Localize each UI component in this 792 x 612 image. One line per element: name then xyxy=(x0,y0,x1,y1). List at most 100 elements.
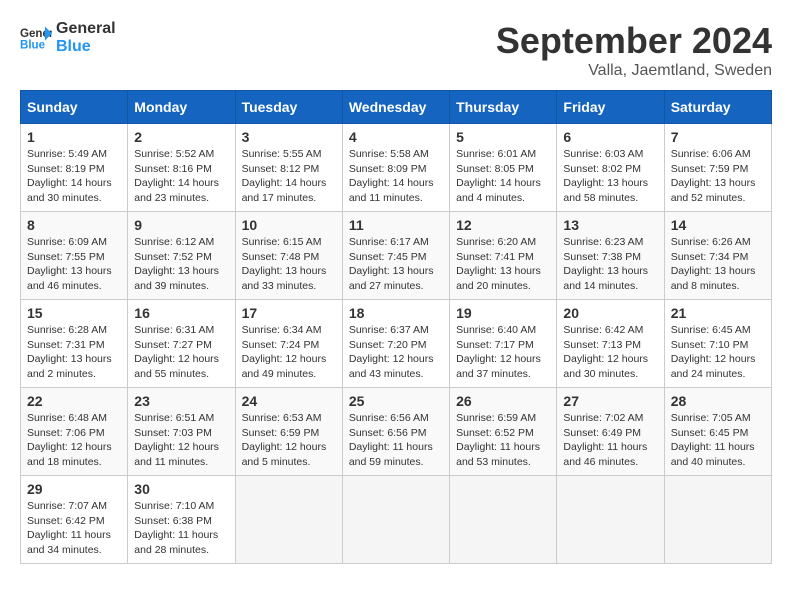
day-info: Sunrise: 7:02 AM Sunset: 6:49 PM Dayligh… xyxy=(563,411,657,470)
day-number: 11 xyxy=(349,217,443,233)
location: Valla, Jaemtland, Sweden xyxy=(496,62,772,80)
day-info: Sunrise: 6:28 AM Sunset: 7:31 PM Dayligh… xyxy=(27,323,121,382)
day-cell: 4 Sunrise: 5:58 AM Sunset: 8:09 PM Daylig… xyxy=(342,124,449,212)
day-info: Sunrise: 6:26 AM Sunset: 7:34 PM Dayligh… xyxy=(671,235,765,294)
day-cell: 19Sunrise: 6:40 AM Sunset: 7:17 PM Dayli… xyxy=(450,300,557,388)
col-header-friday: Friday xyxy=(557,91,664,124)
day-number: 16 xyxy=(134,305,228,321)
day-info: Sunrise: 6:06 AM Sunset: 7:59 PM Dayligh… xyxy=(671,147,765,206)
day-info: Sunrise: 6:09 AM Sunset: 7:55 PM Dayligh… xyxy=(27,235,121,294)
day-info: Sunrise: 6:31 AM Sunset: 7:27 PM Dayligh… xyxy=(134,323,228,382)
day-cell xyxy=(235,476,342,564)
col-header-saturday: Saturday xyxy=(664,91,771,124)
day-cell: 6Sunrise: 6:03 AM Sunset: 8:02 PM Daylig… xyxy=(557,124,664,212)
day-info: Sunrise: 6:42 AM Sunset: 7:13 PM Dayligh… xyxy=(563,323,657,382)
logo-general: General xyxy=(56,20,116,38)
calendar-table: SundayMondayTuesdayWednesdayThursdayFrid… xyxy=(20,90,772,564)
day-cell: 16 Sunrise: 6:31 AM Sunset: 7:27 PM Dayli… xyxy=(128,300,235,388)
day-cell: 21Sunrise: 6:45 AM Sunset: 7:10 PM Dayli… xyxy=(664,300,771,388)
day-info: Sunrise: 6:37 AM Sunset: 7:20 PM Dayligh… xyxy=(349,323,443,382)
day-info: Sunrise: 6:51 AM Sunset: 7:03 PM Dayligh… xyxy=(134,411,228,470)
day-number: 23 xyxy=(134,393,228,409)
week-row-2: 8Sunrise: 6:09 AM Sunset: 7:55 PM Daylig… xyxy=(21,212,772,300)
page-header: General Blue General Blue September 2024… xyxy=(20,20,772,80)
week-row-1: 1Sunrise: 5:49 AM Sunset: 8:19 PM Daylig… xyxy=(21,124,772,212)
day-number: 1 xyxy=(27,129,121,145)
day-cell: 13Sunrise: 6:23 AM Sunset: 7:38 PM Dayli… xyxy=(557,212,664,300)
day-cell: 9 Sunrise: 6:12 AM Sunset: 7:52 PM Daylig… xyxy=(128,212,235,300)
day-cell: 8Sunrise: 6:09 AM Sunset: 7:55 PM Daylig… xyxy=(21,212,128,300)
month-title: September 2024 xyxy=(496,20,772,62)
day-number: 22 xyxy=(27,393,121,409)
day-cell xyxy=(342,476,449,564)
day-cell: 28 Sunrise: 7:05 AM Sunset: 6:45 PM Dayli… xyxy=(664,388,771,476)
day-cell: 15 Sunrise: 6:28 AM Sunset: 7:31 PM Dayli… xyxy=(21,300,128,388)
day-info: Sunrise: 5:55 AM Sunset: 8:12 PM Dayligh… xyxy=(242,147,336,206)
day-number: 19 xyxy=(456,305,550,321)
day-cell: 2 Sunrise: 5:52 AM Sunset: 8:16 PM Daylig… xyxy=(128,124,235,212)
day-cell: 18 Sunrise: 6:37 AM Sunset: 7:20 PM Dayli… xyxy=(342,300,449,388)
day-info: Sunrise: 5:52 AM Sunset: 8:16 PM Dayligh… xyxy=(134,147,228,206)
day-cell: 7Sunrise: 6:06 AM Sunset: 7:59 PM Daylig… xyxy=(664,124,771,212)
day-number: 30 xyxy=(134,481,228,497)
col-header-monday: Monday xyxy=(128,91,235,124)
logo-icon: General Blue xyxy=(20,24,52,52)
day-number: 3 xyxy=(242,129,336,145)
col-header-tuesday: Tuesday xyxy=(235,91,342,124)
day-info: Sunrise: 7:07 AM Sunset: 6:42 PM Dayligh… xyxy=(27,499,121,558)
day-cell: 26 Sunrise: 6:59 AM Sunset: 6:52 PM Dayli… xyxy=(450,388,557,476)
day-number: 6 xyxy=(563,129,657,145)
day-cell: 10 Sunrise: 6:15 AM Sunset: 7:48 PM Dayli… xyxy=(235,212,342,300)
day-number: 17 xyxy=(242,305,336,321)
day-info: Sunrise: 6:17 AM Sunset: 7:45 PM Dayligh… xyxy=(349,235,443,294)
day-number: 10 xyxy=(242,217,336,233)
day-number: 20 xyxy=(563,305,657,321)
day-cell xyxy=(664,476,771,564)
col-header-wednesday: Wednesday xyxy=(342,91,449,124)
day-number: 24 xyxy=(242,393,336,409)
day-number: 21 xyxy=(671,305,765,321)
day-info: Sunrise: 6:48 AM Sunset: 7:06 PM Dayligh… xyxy=(27,411,121,470)
day-cell: 24 Sunrise: 6:53 AM Sunset: 6:59 PM Dayli… xyxy=(235,388,342,476)
day-number: 25 xyxy=(349,393,443,409)
day-cell: 5 Sunrise: 6:01 AM Sunset: 8:05 PM Daylig… xyxy=(450,124,557,212)
title-block: September 2024 Valla, Jaemtland, Sweden xyxy=(496,20,772,80)
day-info: Sunrise: 6:12 AM Sunset: 7:52 PM Dayligh… xyxy=(134,235,228,294)
day-cell: 11 Sunrise: 6:17 AM Sunset: 7:45 PM Dayli… xyxy=(342,212,449,300)
day-cell xyxy=(450,476,557,564)
day-info: Sunrise: 6:59 AM Sunset: 6:52 PM Dayligh… xyxy=(456,411,550,470)
day-number: 13 xyxy=(563,217,657,233)
day-cell: 14 Sunrise: 6:26 AM Sunset: 7:34 PM Dayli… xyxy=(664,212,771,300)
week-row-4: 22 Sunrise: 6:48 AM Sunset: 7:06 PM Dayli… xyxy=(21,388,772,476)
day-number: 28 xyxy=(671,393,765,409)
day-cell: 25 Sunrise: 6:56 AM Sunset: 6:56 PM Dayli… xyxy=(342,388,449,476)
day-number: 26 xyxy=(456,393,550,409)
day-info: Sunrise: 7:05 AM Sunset: 6:45 PM Dayligh… xyxy=(671,411,765,470)
day-info: Sunrise: 6:56 AM Sunset: 6:56 PM Dayligh… xyxy=(349,411,443,470)
day-number: 5 xyxy=(456,129,550,145)
day-info: Sunrise: 6:53 AM Sunset: 6:59 PM Dayligh… xyxy=(242,411,336,470)
day-number: 14 xyxy=(671,217,765,233)
day-number: 9 xyxy=(134,217,228,233)
day-cell: 17 Sunrise: 6:34 AM Sunset: 7:24 PM Dayli… xyxy=(235,300,342,388)
day-info: Sunrise: 6:01 AM Sunset: 8:05 PM Dayligh… xyxy=(456,147,550,206)
day-info: Sunrise: 5:58 AM Sunset: 8:09 PM Dayligh… xyxy=(349,147,443,206)
day-cell: 22 Sunrise: 6:48 AM Sunset: 7:06 PM Dayli… xyxy=(21,388,128,476)
day-number: 4 xyxy=(349,129,443,145)
logo-blue: Blue xyxy=(56,38,116,56)
day-info: Sunrise: 7:10 AM Sunset: 6:38 PM Dayligh… xyxy=(134,499,228,558)
day-number: 29 xyxy=(27,481,121,497)
day-number: 18 xyxy=(349,305,443,321)
day-cell: 12Sunrise: 6:20 AM Sunset: 7:41 PM Dayli… xyxy=(450,212,557,300)
day-info: Sunrise: 6:15 AM Sunset: 7:48 PM Dayligh… xyxy=(242,235,336,294)
day-cell: 27Sunrise: 7:02 AM Sunset: 6:49 PM Dayli… xyxy=(557,388,664,476)
day-number: 2 xyxy=(134,129,228,145)
day-cell: 29 Sunrise: 7:07 AM Sunset: 6:42 PM Dayli… xyxy=(21,476,128,564)
svg-text:Blue: Blue xyxy=(20,39,46,51)
day-number: 15 xyxy=(27,305,121,321)
day-info: Sunrise: 6:34 AM Sunset: 7:24 PM Dayligh… xyxy=(242,323,336,382)
day-cell: 20 Sunrise: 6:42 AM Sunset: 7:13 PM Dayli… xyxy=(557,300,664,388)
day-cell: 3 Sunrise: 5:55 AM Sunset: 8:12 PM Daylig… xyxy=(235,124,342,212)
week-row-5: 29 Sunrise: 7:07 AM Sunset: 6:42 PM Dayli… xyxy=(21,476,772,564)
day-cell: 23 Sunrise: 6:51 AM Sunset: 7:03 PM Dayli… xyxy=(128,388,235,476)
